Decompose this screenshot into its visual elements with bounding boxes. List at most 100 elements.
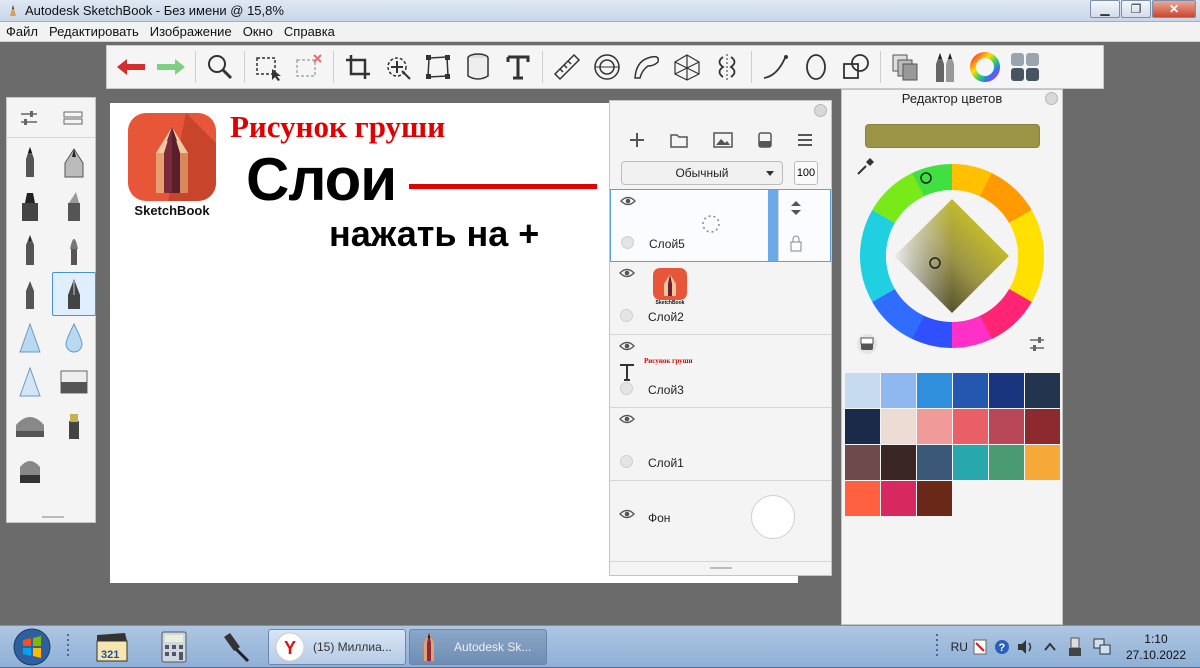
visibility-eye-icon[interactable] <box>619 268 635 278</box>
brush-properties-icon[interactable] <box>19 110 39 126</box>
blend-mode-select[interactable]: Обычный <box>621 161 783 185</box>
visibility-eye-icon[interactable] <box>619 341 635 351</box>
layer-row[interactable]: Слой1 <box>610 408 831 481</box>
visibility-eye-icon[interactable] <box>619 509 635 519</box>
layer-row[interactable]: Рисунок груши Слой3 <box>610 335 831 408</box>
smudge-brush[interactable] <box>52 316 96 360</box>
safely-remove-icon[interactable] <box>1068 637 1082 657</box>
hard-eraser-brush[interactable] <box>8 360 52 404</box>
text-button[interactable] <box>500 49 536 85</box>
color-swatch[interactable] <box>1025 409 1060 444</box>
panel-close-dot[interactable] <box>1045 92 1058 105</box>
color-swatch[interactable] <box>881 373 916 408</box>
add-image-icon[interactable] <box>712 132 733 148</box>
menu-image[interactable]: Изображение <box>150 24 232 39</box>
brushes-button[interactable] <box>927 49 963 85</box>
layer-row[interactable]: Слой5 <box>610 189 831 262</box>
french-curve-button[interactable] <box>629 49 665 85</box>
panel-grip[interactable] <box>42 516 64 518</box>
maximize-button[interactable]: ❐ <box>1121 0 1151 18</box>
color-swatch[interactable] <box>845 373 880 408</box>
color-swatch[interactable] <box>953 445 988 480</box>
sound-recorder-pin[interactable] <box>216 629 256 665</box>
ellipse-button[interactable] <box>798 49 834 85</box>
visibility-eye-icon[interactable] <box>620 196 636 206</box>
background-layer-row[interactable]: Фон <box>610 481 831 553</box>
hue-ring[interactable] <box>852 156 1052 356</box>
calculator-pin[interactable] <box>154 629 194 665</box>
panel-grip[interactable] <box>710 567 732 569</box>
calligraphy-pen-brush[interactable] <box>52 272 96 316</box>
close-button[interactable]: ✕ <box>1152 0 1196 18</box>
keyboard-layout-icon[interactable] <box>972 639 988 655</box>
color-swatch[interactable] <box>917 481 952 516</box>
color-swatch[interactable] <box>881 409 916 444</box>
symmetry-button[interactable] <box>709 49 745 85</box>
color-swatch[interactable] <box>1025 373 1060 408</box>
color-swatch[interactable] <box>989 445 1024 480</box>
layer-select-radio[interactable] <box>620 309 633 322</box>
merge-layer-icon[interactable] <box>757 132 772 148</box>
start-button[interactable] <box>6 627 58 667</box>
background-color-swatch[interactable] <box>751 495 795 539</box>
volume-icon[interactable] <box>1016 639 1034 655</box>
media-player-pin[interactable]: 321 <box>92 629 132 665</box>
fine-pen-brush[interactable] <box>8 272 52 316</box>
clock[interactable]: 1:10 27.10.2022 <box>1126 631 1186 663</box>
layer-menu-icon[interactable] <box>797 133 813 147</box>
airbrush-brush[interactable] <box>52 140 96 184</box>
color-swatch[interactable] <box>881 445 916 480</box>
texture-brush[interactable] <box>52 404 96 448</box>
visibility-eye-icon[interactable] <box>619 414 635 424</box>
shape-button[interactable] <box>838 49 874 85</box>
perspective-button[interactable] <box>669 49 705 85</box>
glow-brush[interactable] <box>8 448 52 492</box>
stamp-brush[interactable] <box>8 404 52 448</box>
distort-button[interactable] <box>420 49 456 85</box>
crop-button[interactable] <box>340 49 376 85</box>
layer-opacity-field[interactable]: 100 <box>794 161 818 185</box>
layer-select-radio[interactable] <box>620 455 633 468</box>
pencil-brush[interactable] <box>8 140 52 184</box>
layer-scroll-handle[interactable] <box>768 190 778 261</box>
color-swatch[interactable] <box>1025 445 1060 480</box>
layer-select-radio[interactable] <box>620 382 633 395</box>
menu-help[interactable]: Справка <box>284 24 335 39</box>
ink-pen-brush[interactable] <box>8 228 52 272</box>
layers-button[interactable] <box>1007 49 1043 85</box>
chisel-marker-brush[interactable] <box>52 184 96 228</box>
taskbar-task-browser[interactable]: Y (15) Миллиа... <box>268 629 406 665</box>
menu-edit[interactable]: Редактировать <box>49 24 139 39</box>
lock-layer-icon[interactable] <box>789 234 803 252</box>
select-button[interactable] <box>251 49 287 85</box>
copy-paste-button[interactable] <box>887 49 923 85</box>
color-swatch[interactable] <box>989 409 1024 444</box>
soft-eraser-brush[interactable] <box>8 316 52 360</box>
transform-button[interactable] <box>380 49 416 85</box>
color-wheel-button[interactable] <box>967 49 1003 85</box>
color-wheel[interactable] <box>852 156 1052 356</box>
undo-button[interactable] <box>113 49 149 85</box>
color-swatch[interactable] <box>881 481 916 516</box>
expand-tray-icon[interactable] <box>1044 642 1056 652</box>
current-color-swatch[interactable] <box>865 124 1040 148</box>
layer-row[interactable]: SketchBook Слой2 <box>610 262 831 335</box>
fill-button[interactable] <box>460 49 496 85</box>
brush-library-icon[interactable] <box>63 111 83 125</box>
color-settings-icon[interactable] <box>1028 336 1046 352</box>
menu-file[interactable]: Файл <box>6 24 38 39</box>
color-swatch[interactable] <box>917 445 952 480</box>
color-history-icon[interactable] <box>856 333 878 355</box>
panel-close-dot[interactable] <box>814 104 827 117</box>
stroke-button[interactable] <box>758 49 794 85</box>
zoom-button[interactable] <box>202 49 238 85</box>
redo-button[interactable] <box>153 49 189 85</box>
color-swatch[interactable] <box>917 409 952 444</box>
ellipse-guide-button[interactable] <box>589 49 625 85</box>
help-icon[interactable]: ? <box>994 639 1010 655</box>
color-swatch[interactable] <box>953 373 988 408</box>
reorder-layer-icon[interactable] <box>789 199 803 217</box>
taskbar-grip[interactable] <box>66 629 76 665</box>
color-swatch[interactable] <box>845 445 880 480</box>
minimize-button[interactable]: ▁ <box>1090 0 1120 18</box>
